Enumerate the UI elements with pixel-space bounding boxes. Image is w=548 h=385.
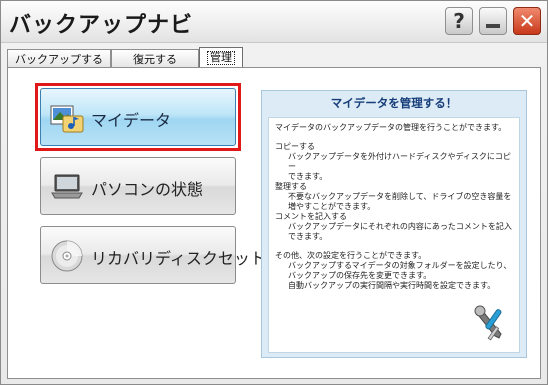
- info-intro: マイデータのバックアップデータの管理を行うことができます。: [275, 123, 507, 132]
- app-window: バックアップナビ ? ✕ バックアップする 復元する 管理 マイデータ パソコン…: [0, 0, 548, 385]
- manage-panel: マイデータ パソコンの状態 リカバリディスクセット マイデータを管理する！ マイ…: [7, 67, 541, 379]
- tab-manage[interactable]: 管理: [199, 47, 243, 68]
- close-button[interactable]: ✕: [513, 7, 541, 35]
- copy-desc-2: できます。: [288, 172, 328, 181]
- info-body: マイデータのバックアップデータの管理を行うことができます。 コピーする バックア…: [268, 117, 520, 353]
- disc-icon: [51, 240, 83, 272]
- laptop-icon: [51, 174, 83, 199]
- question-mark-icon: ?: [453, 9, 465, 33]
- minimize-button[interactable]: [479, 7, 507, 35]
- copy-desc-1: バックアップデータを外付けハードディスクやディスクにコピー: [288, 152, 511, 171]
- help-button[interactable]: ?: [445, 7, 473, 35]
- recovery-disc-button[interactable]: リカバリディスクセット: [40, 226, 266, 284]
- other-desc-1: バックアップするマイデータの対象フォルダーを設定したり、: [288, 261, 512, 270]
- tab-manage-label: 管理: [207, 51, 235, 65]
- pc-status-button-label: パソコンの状態: [91, 180, 204, 199]
- comment-desc-1: バックアップデータにそれぞれの内容にあったコメントを記入: [288, 222, 512, 231]
- tab-backup[interactable]: バックアップする: [7, 49, 111, 67]
- other-desc-2: バックアップの保存先を変更できます。: [288, 271, 432, 280]
- comment-heading: コメントを記入する: [275, 212, 347, 221]
- other-heading: その他、次の設定を行うことができます。: [275, 251, 427, 260]
- close-icon: ✕: [518, 9, 536, 33]
- organize-desc-1: 不要なバックアップデータを削除して、ドライブの空き容量を: [288, 192, 512, 201]
- photo-music-folder-icon: [50, 105, 84, 133]
- comment-desc-2: できます。: [288, 232, 328, 241]
- mydata-button[interactable]: マイデータ: [40, 88, 236, 146]
- pc-status-button[interactable]: パソコンの状態: [40, 157, 236, 215]
- organize-desc-2: 増やすことができます。: [288, 202, 376, 211]
- minimize-icon: [486, 24, 500, 28]
- wrench-screwdriver-icon: [474, 305, 502, 341]
- tab-restore[interactable]: 復元する: [111, 49, 199, 67]
- copy-heading: コピーする: [275, 142, 315, 151]
- recovery-disc-button-label: リカバリディスクセット: [91, 249, 266, 268]
- title-bar: バックアップナビ ? ✕: [1, 1, 547, 43]
- info-title: マイデータを管理する！: [330, 96, 458, 110]
- mydata-button-label: マイデータ: [91, 111, 172, 130]
- info-box: マイデータを管理する！ マイデータのバックアップデータの管理を行うことができます…: [261, 90, 527, 358]
- other-desc-3: 自動バックアップの実行間隔や実行時間を設定できます。: [288, 281, 496, 290]
- app-title: バックアップナビ: [9, 13, 194, 38]
- organize-heading: 整理する: [275, 182, 307, 191]
